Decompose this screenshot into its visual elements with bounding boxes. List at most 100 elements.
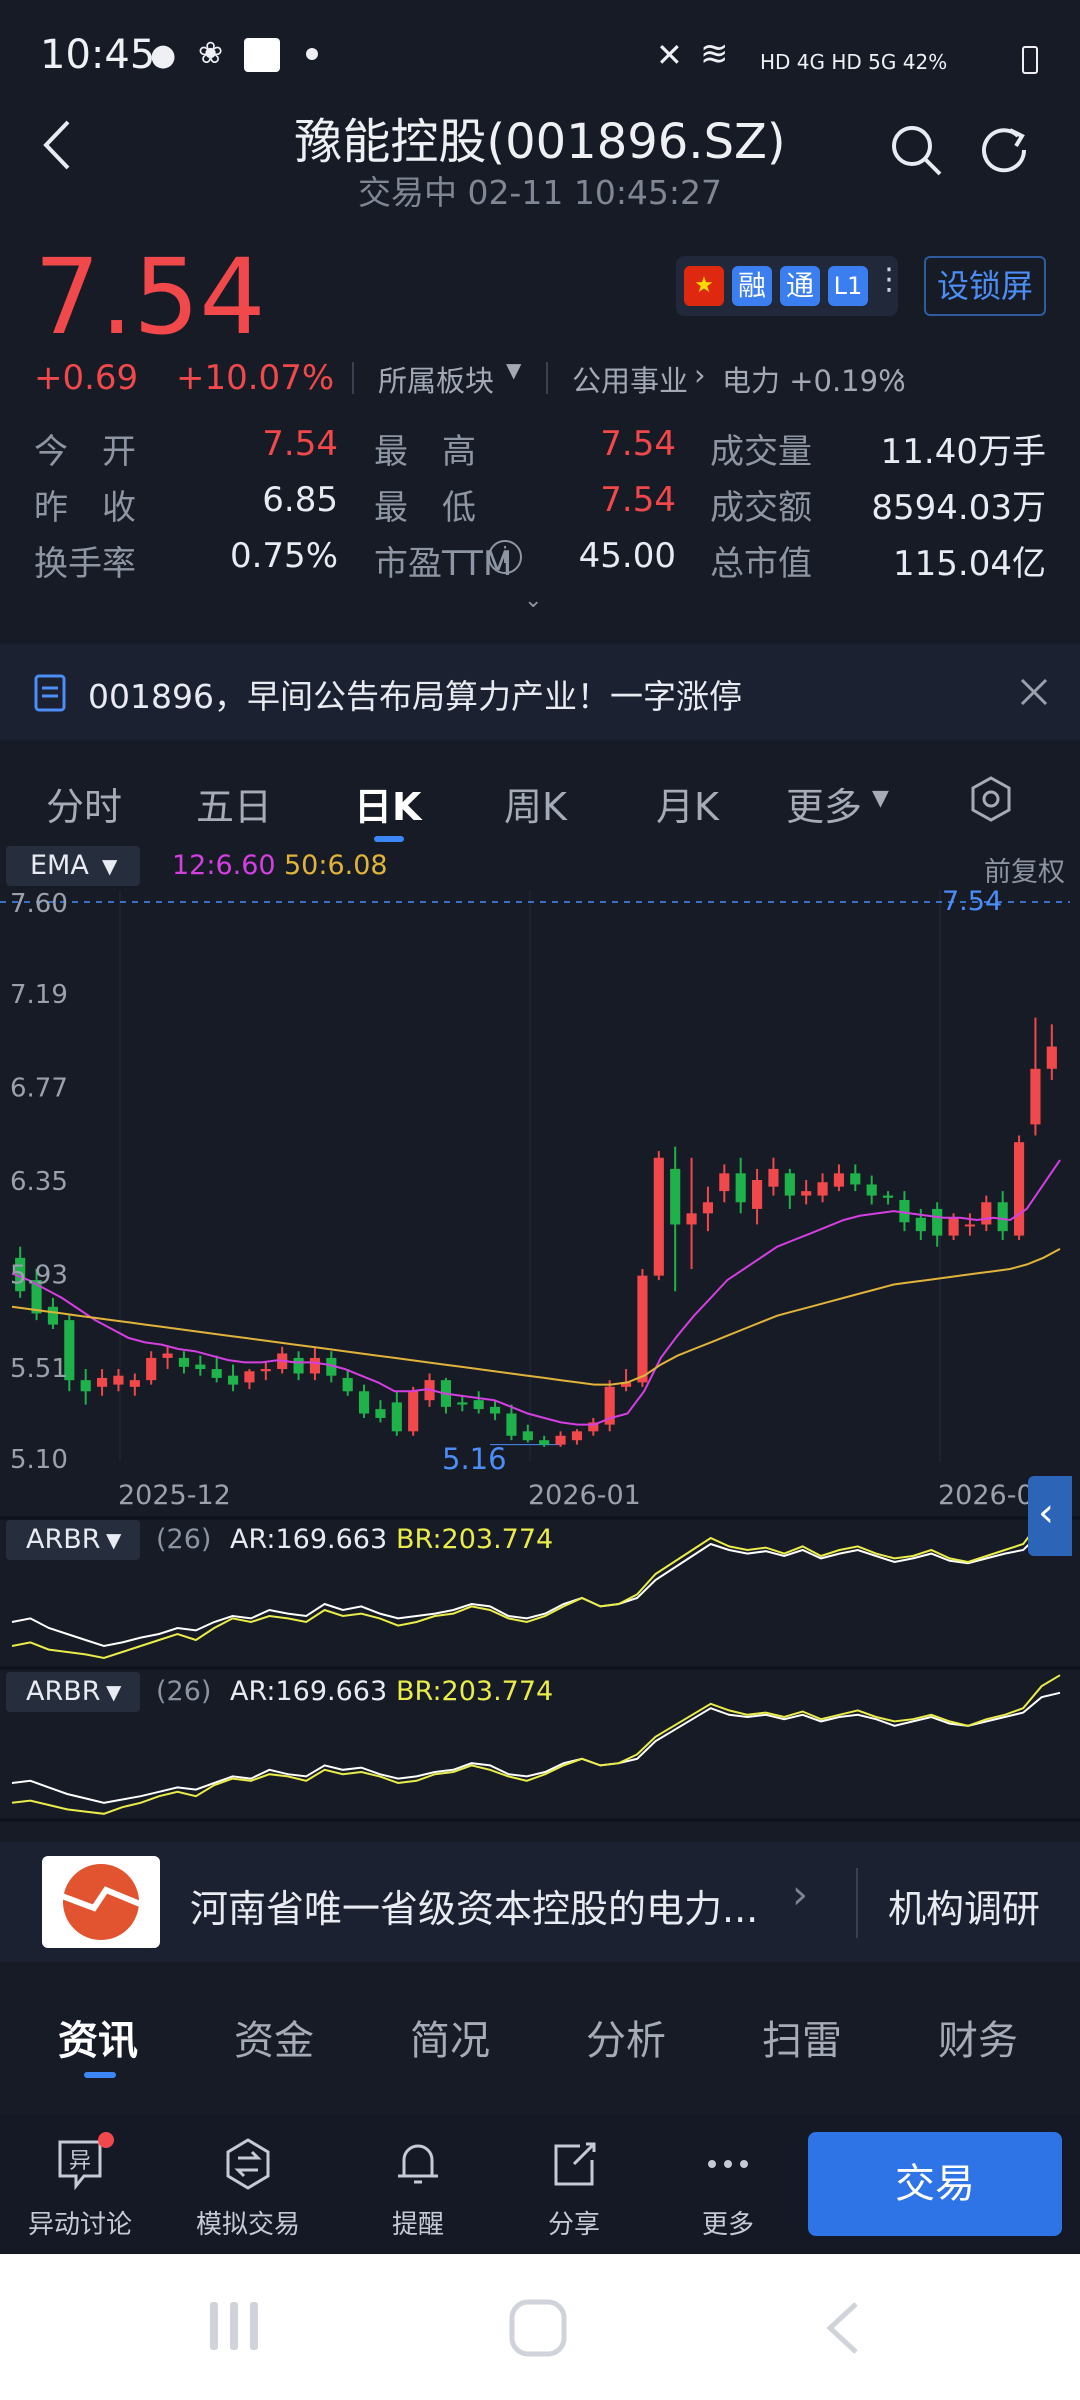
industry2-link[interactable]: 电力 +0.19%	[722, 358, 906, 400]
candle-body	[571, 1431, 583, 1441]
candle-body	[555, 1435, 566, 1445]
candle-body	[457, 1402, 468, 1405]
lock-screen-button[interactable]: 设锁屏	[924, 256, 1046, 316]
br-value: BR:203.774	[396, 1676, 554, 1707]
tab-daily-k[interactable]: 日K	[354, 776, 421, 831]
company-logo	[42, 1856, 160, 1948]
share-button[interactable]: 分享	[494, 2114, 654, 2254]
tab-finance[interactable]: 财务	[938, 2008, 1018, 2066]
stat-label[interactable]: 总市值	[710, 536, 812, 585]
divider	[352, 362, 354, 394]
ar-value: AR:169.663	[230, 1676, 388, 1707]
quote-panel: 7.54 ★ 融 通 L1 ⋮ 设锁屏 +0.69 +10.07% 所属板块 ▼…	[0, 228, 1080, 623]
alert-button[interactable]: 提醒	[338, 2114, 498, 2254]
settings-icon[interactable]	[970, 776, 1012, 826]
more-dots-icon	[708, 2160, 748, 2168]
arbr-period: (26)	[156, 1524, 212, 1555]
notice-text: 001896，早间公告布局算力产业！一字涨停	[88, 677, 742, 716]
bottom-bar: 异 异动讨论 模拟交易 提醒 分享 更多 交易	[0, 2114, 1080, 2254]
y-tick-label: 5.10	[10, 1445, 68, 1475]
collapse-panel-button[interactable]: ‹	[1028, 1476, 1072, 1556]
candle-body	[1046, 1046, 1057, 1069]
candle-body	[670, 1168, 681, 1225]
arbr-selector-1[interactable]: ARBR ▼	[6, 1520, 140, 1560]
wechat-icon: ●	[150, 38, 177, 73]
stat-value: 115.04亿	[893, 544, 1046, 584]
more-button[interactable]: 更多	[648, 2114, 808, 2254]
close-icon[interactable]	[1018, 676, 1050, 712]
header: 豫能控股(001896.SZ) 交易中 02-11 10:45:27	[0, 88, 1080, 228]
refresh-icon[interactable]	[978, 122, 1034, 182]
tag-group[interactable]: ★ 融 通 L1 ⋮	[676, 256, 904, 316]
tab-analysis[interactable]: 分析	[586, 2008, 666, 2066]
candle-body	[882, 1195, 894, 1198]
app-icon	[244, 38, 280, 72]
dot-icon	[306, 48, 318, 60]
stat-value: 7.54	[262, 424, 338, 464]
candle-body	[178, 1357, 190, 1367]
candle-body	[866, 1184, 877, 1196]
share-label: 分享	[547, 2210, 600, 2240]
candle-body	[784, 1173, 795, 1196]
tab-risk[interactable]: 扫雷	[762, 2008, 842, 2066]
tab-more[interactable]: 更多	[786, 776, 862, 831]
search-icon[interactable]	[888, 122, 944, 182]
expand-chevron-icon[interactable]: ⌄	[524, 588, 542, 613]
ema-selector[interactable]: EMA ▼	[6, 846, 140, 886]
price-change-pct: +10.07%	[176, 358, 335, 398]
candle-body	[489, 1406, 501, 1414]
tab-monthly-k[interactable]: 月K	[656, 776, 719, 831]
home-icon[interactable]	[508, 2298, 568, 2362]
chevron-down-icon: ▼	[872, 786, 889, 811]
notice-banner[interactable]: 001896，早间公告布局算力产业！一字涨停	[0, 644, 1080, 740]
battery-icon	[1022, 46, 1038, 74]
tab-profile[interactable]: 简况	[410, 2008, 490, 2066]
stat-value: 45.00	[578, 536, 676, 576]
tab-five-day[interactable]: 五日	[196, 776, 272, 831]
bell-icon	[398, 2144, 438, 2184]
stat-label: 最 低	[374, 488, 476, 528]
candle-body	[751, 1180, 763, 1209]
chart-tabs: 分时 五日 日K 周K 月K 更多 ▼	[0, 756, 1080, 844]
tab-indicator	[84, 2072, 116, 2078]
tab-news[interactable]: 资讯	[58, 2008, 138, 2066]
y-tick-label: 6.35	[10, 1167, 68, 1197]
trade-button[interactable]: 交易	[808, 2132, 1062, 2236]
industry-link[interactable]: 公用事业	[572, 358, 688, 400]
discussion-button[interactable]: 异 异动讨论	[0, 2114, 160, 2254]
candle-body	[637, 1275, 648, 1383]
tab-minute[interactable]: 分时	[46, 776, 122, 831]
section-tabs: 资讯 资金 简况 分析 扫雷 财务	[0, 1982, 1080, 2114]
candle-body	[915, 1217, 926, 1232]
research-link[interactable]: 机构调研	[888, 1878, 1040, 1933]
candle-body	[1030, 1068, 1041, 1125]
company-desc: 河南省唯一省级资本控股的电力...	[190, 1887, 759, 1931]
tab-weekly-k[interactable]: 周K	[504, 776, 567, 831]
arbr-selector-2[interactable]: ARBR ▼	[6, 1672, 140, 1712]
info-icon[interactable]: i	[488, 540, 522, 574]
candle-body	[211, 1369, 222, 1378]
last-price: 7.54	[34, 236, 266, 358]
back-nav-icon[interactable]	[822, 2298, 862, 2362]
exchange-icon	[226, 2138, 270, 2190]
stat-label: 今 开	[34, 432, 136, 472]
stat-label: 换手率	[34, 544, 136, 584]
sector-dropdown[interactable]: 所属板块	[378, 358, 494, 400]
candle-body	[309, 1357, 321, 1374]
level1-tag: L1	[828, 266, 868, 306]
stat-label: 昨 收	[34, 488, 136, 528]
company-card[interactable]: 河南省唯一省级资本控股的电力... › 机构调研	[0, 1842, 1080, 1962]
simulate-trade-button[interactable]: 模拟交易	[168, 2114, 328, 2254]
recent-apps-icon[interactable]	[206, 2298, 262, 2358]
divider	[856, 1868, 858, 1938]
tab-funds[interactable]: 资金	[234, 2008, 314, 2066]
candle-body	[801, 1191, 812, 1196]
arbr-label: ARBR	[26, 1676, 101, 1707]
chevron-right-icon: ›	[894, 358, 906, 392]
y-tick-label: 5.51	[10, 1354, 68, 1384]
adjust-label[interactable]: 前复权	[984, 850, 1065, 889]
candle-body	[342, 1377, 353, 1392]
chevron-left-icon: ‹	[1038, 1490, 1054, 1536]
candle-body	[702, 1202, 714, 1214]
chevron-down-icon: ▼	[102, 854, 118, 878]
